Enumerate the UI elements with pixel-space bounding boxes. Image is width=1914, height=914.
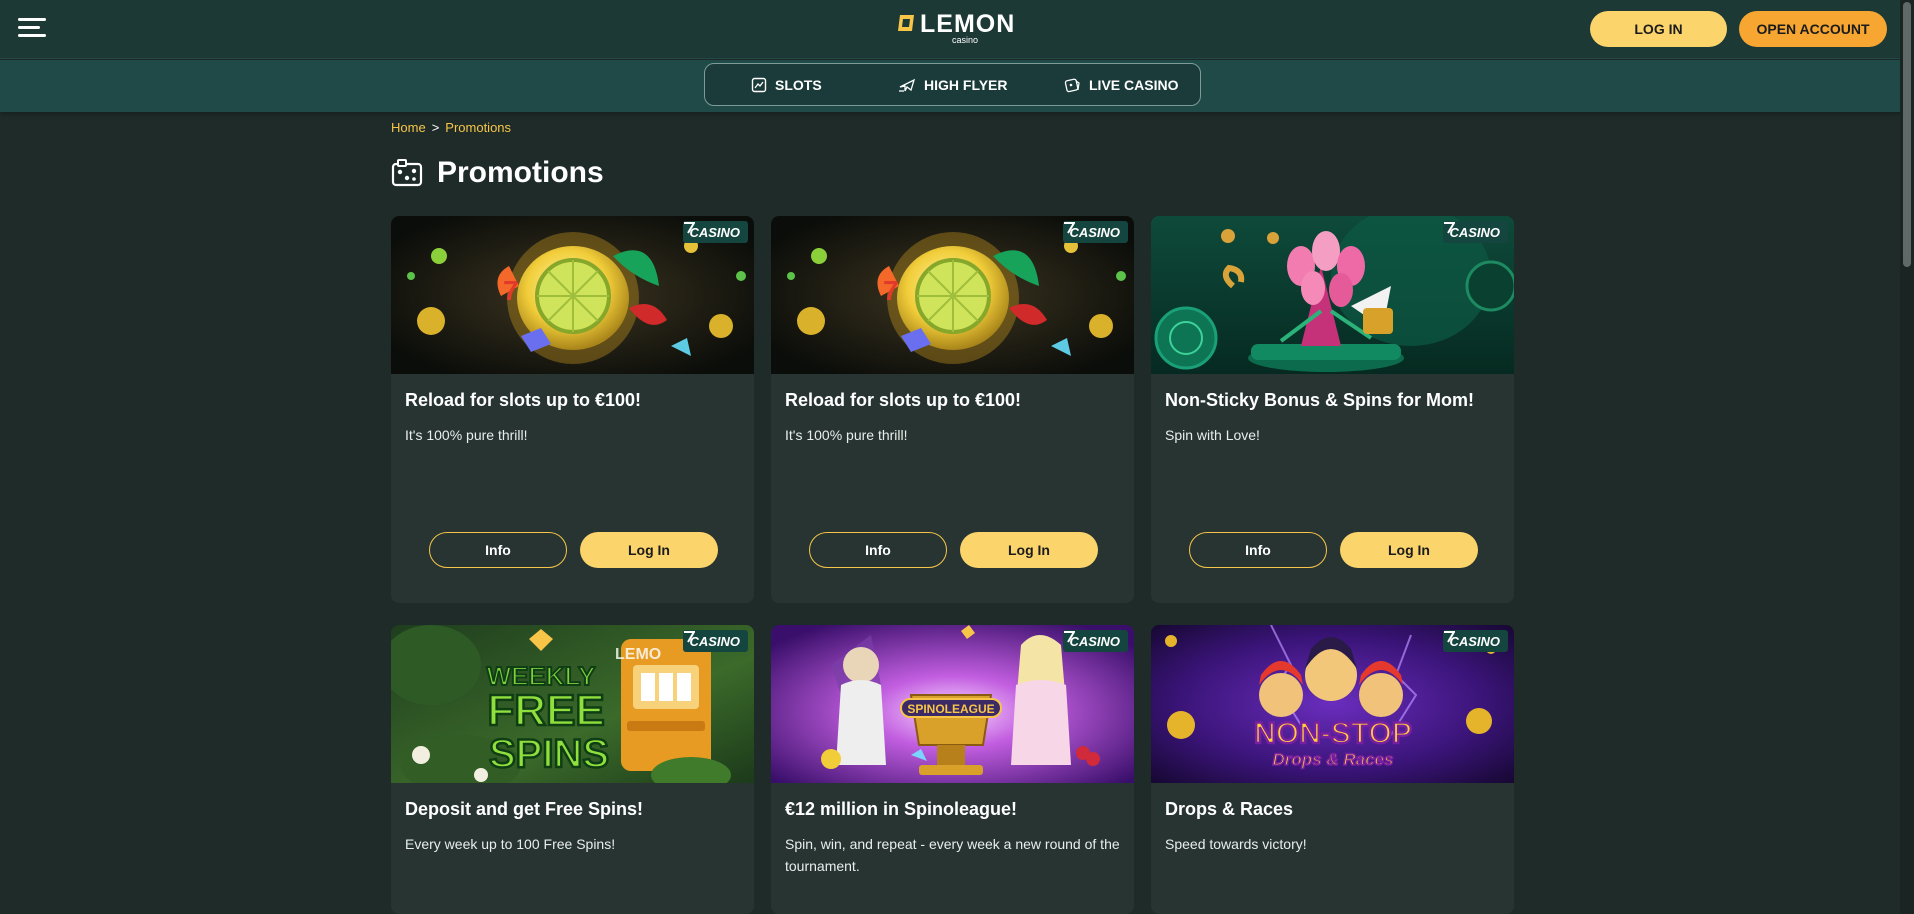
- category-nav-pill: SLOTS HIGH FLYER LIVE CASINO: [704, 63, 1201, 106]
- seven-icon: [1444, 631, 1456, 643]
- nav-item-slots[interactable]: SLOTS: [751, 64, 822, 105]
- seven-icon: [684, 631, 696, 643]
- logo[interactable]: LEMON casino: [896, 10, 1016, 46]
- info-button[interactable]: Info: [809, 532, 947, 568]
- promo-card: 7 CASINO Reload for slots up to €100! It…: [391, 216, 754, 603]
- live-casino-icon: [1064, 78, 1080, 92]
- promo-image-tulips[interactable]: CASINO: [1151, 216, 1514, 374]
- promo-description: Spin with Love!: [1165, 427, 1260, 443]
- promo-title: Reload for slots up to €100!: [785, 390, 1022, 410]
- menu-icon[interactable]: [18, 17, 46, 39]
- badge-label: CASINO: [1069, 224, 1120, 240]
- art-text-spinoleague: SPINOLEAGUE: [907, 702, 994, 716]
- promo-title: Drops & Races: [1165, 799, 1294, 819]
- art-text-non-stop: NON-STOP: [1254, 717, 1412, 750]
- casino-badge: CASINO: [1443, 630, 1508, 652]
- breadcrumb-home[interactable]: Home: [391, 120, 426, 135]
- casino-badge: CASINO: [1063, 221, 1128, 243]
- badge-label: CASINO: [1449, 633, 1500, 649]
- page-title: Promotions: [437, 156, 604, 189]
- svg-text:7: 7: [883, 275, 899, 306]
- breadcrumb-current[interactable]: Promotions: [445, 120, 511, 135]
- top-header: LEMON casino LOG IN OPEN ACCOUNT: [0, 0, 1914, 59]
- svg-text:7: 7: [503, 275, 519, 306]
- badge-label: CASINO: [689, 633, 740, 649]
- promo-description: It's 100% pure thrill!: [405, 427, 528, 443]
- page-scrollbar[interactable]: [1900, 0, 1914, 914]
- promo-card: 7 CASINO Reload for slots up to €100! It…: [771, 216, 1134, 603]
- promo-title: Reload for slots up to €100!: [405, 390, 642, 410]
- lemon-logo-icon: [898, 15, 914, 31]
- seven-icon: [1064, 631, 1076, 643]
- badge-label: CASINO: [689, 224, 740, 240]
- promo-image-lemon-slot[interactable]: 7 CASINO: [391, 216, 754, 374]
- open-account-button[interactable]: OPEN ACCOUNT: [1739, 11, 1887, 47]
- promo-description: Every week up to 100 Free Spins!: [405, 836, 616, 852]
- plane-icon: [899, 78, 916, 92]
- logo-text: LEMON: [920, 10, 1016, 38]
- card-login-button[interactable]: Log In: [960, 532, 1098, 568]
- category-nav: SLOTS HIGH FLYER LIVE CASINO: [0, 60, 1914, 112]
- casino-badge: CASINO: [683, 221, 748, 243]
- badge-label: CASINO: [1449, 224, 1500, 240]
- promotions-icon: [391, 159, 423, 187]
- breadcrumb-separator: >: [431, 120, 440, 135]
- nav-item-high-flyer[interactable]: HIGH FLYER: [898, 64, 1008, 105]
- login-button[interactable]: LOG IN: [1590, 11, 1727, 47]
- promo-description: Speed towards victory!: [1165, 836, 1307, 852]
- slots-icon: [751, 77, 767, 92]
- scrollbar-thumb[interactable]: [1903, 2, 1911, 267]
- info-button[interactable]: Info: [429, 532, 567, 568]
- casino-badge: CASINO: [683, 630, 748, 652]
- seven-icon: [684, 222, 696, 234]
- art-text-spins: SPINS: [489, 732, 609, 776]
- casino-badge: CASINO: [1443, 221, 1508, 243]
- page-header: Promotions: [391, 155, 604, 191]
- seven-icon: [1444, 222, 1456, 234]
- promo-title: Non-Sticky Bonus & Spins for Mom!: [1165, 390, 1475, 410]
- promo-image-drops-races[interactable]: NON-STOP Drops & Races CASINO: [1151, 625, 1514, 783]
- promo-image-weekly-free-spins[interactable]: LEMO WEEKLY FREE SPINS CASINO: [391, 625, 754, 783]
- nav-label-live-casino: LIVE CASINO: [1089, 76, 1179, 93]
- promo-image-lemon-slot[interactable]: 7 CASINO: [771, 216, 1134, 374]
- art-text-drops-races: Drops & Races: [1273, 750, 1394, 769]
- card-login-button[interactable]: Log In: [580, 532, 718, 568]
- art-text-free: FREE: [487, 686, 604, 735]
- promo-description: It's 100% pure thrill!: [785, 427, 908, 443]
- badge-label: CASINO: [1069, 633, 1120, 649]
- info-button[interactable]: Info: [1189, 532, 1327, 568]
- seven-icon: [1064, 222, 1076, 234]
- promo-image-spinoleague[interactable]: SPINOLEAGUE CASINO: [771, 625, 1134, 783]
- promo-description: Spin, win, and repeat - every week a new…: [785, 836, 1120, 874]
- card-login-button[interactable]: Log In: [1340, 532, 1478, 568]
- promo-card: CASINO Non-Sticky Bonus & Spins for Mom!…: [1151, 216, 1514, 603]
- breadcrumb: Home > Promotions: [391, 120, 511, 135]
- promo-card: LEMO WEEKLY FREE SPINS CASINO Deposit an…: [391, 625, 754, 914]
- casino-badge: CASINO: [1063, 630, 1128, 652]
- svg-text:LEMO: LEMO: [615, 646, 661, 663]
- promo-card: SPINOLEAGUE CASINO €12 million in Spinol…: [771, 625, 1134, 914]
- nav-label-high-flyer: HIGH FLYER: [924, 76, 1008, 93]
- promo-title: Deposit and get Free Spins!: [405, 799, 644, 819]
- nav-item-live-casino[interactable]: LIVE CASINO: [1064, 64, 1178, 105]
- promo-title: €12 million in Spinoleague!: [785, 799, 1018, 819]
- promo-card: NON-STOP Drops & Races CASINO Drops & Ra…: [1151, 625, 1514, 914]
- nav-label-slots: SLOTS: [775, 76, 822, 93]
- logo-subtext: casino: [951, 35, 978, 45]
